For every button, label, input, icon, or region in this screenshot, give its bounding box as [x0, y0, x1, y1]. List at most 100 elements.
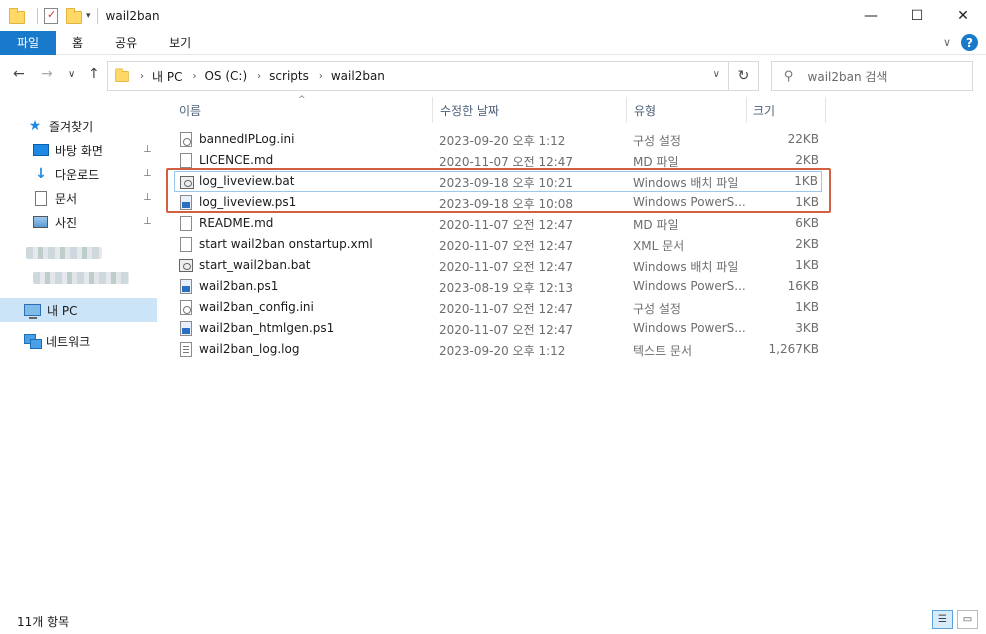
file-row[interactable]: wail2ban.ps1 2023-08-19 오후 12:13 Windows… [170, 276, 830, 297]
file-name: start wail2ban onstartup.xml [199, 237, 373, 251]
navigation-bar: ← → ∨ ↑ › 내 PC › OS (C:) › scripts › wail2ba… [0, 55, 986, 97]
column-header-type[interactable]: 유형 [634, 97, 656, 123]
file-row[interactable]: start_wail2ban.bat 2020-11-07 오전 12:47 W… [170, 255, 830, 276]
file-date: 2020-11-07 오전 12:47 [439, 260, 574, 274]
file-row[interactable]: log_liveview.ps1 2023-09-18 오후 10:08 Win… [170, 192, 830, 213]
forward-button[interactable]: → [41, 66, 53, 82]
tab-view[interactable]: 보기 [153, 31, 207, 55]
recent-locations-dropdown[interactable]: ∨ [68, 69, 75, 80]
file-name: README.md [199, 216, 274, 230]
column-header-size[interactable]: 크기 [753, 97, 775, 123]
details-view-button[interactable]: ☰ [932, 610, 953, 629]
breadcrumb-drive[interactable]: OS (C:) [204, 69, 247, 83]
file-row[interactable]: LICENCE.md 2020-11-07 오전 12:47 MD 파일 2KB [170, 150, 830, 171]
divider [37, 7, 38, 24]
config-file-icon [180, 132, 192, 147]
back-button[interactable]: ← [13, 66, 25, 82]
expand-ribbon-button[interactable]: ∨ [943, 36, 951, 49]
file-icon [180, 216, 192, 231]
chevron-right-icon[interactable]: › [192, 71, 196, 82]
address-history-dropdown[interactable]: ∨ [713, 69, 720, 80]
pin-icon[interactable]: ⊥ [143, 192, 152, 203]
file-name: wail2ban_htmlgen.ps1 [199, 321, 335, 335]
file-icon [180, 237, 192, 252]
computer-icon [24, 304, 41, 319]
sidebar-item-label: 네트워크 [46, 334, 91, 349]
file-type: 텍스트 문서 [633, 344, 693, 358]
file-row[interactable]: wail2ban_htmlgen.ps1 2020-11-07 오전 12:47… [170, 318, 830, 339]
text-file-icon [180, 342, 192, 357]
redacted-item[interactable] [33, 272, 129, 284]
sidebar-item-pictures[interactable]: 사진 [33, 211, 77, 233]
sidebar-item-label: 문서 [55, 191, 78, 206]
pin-icon[interactable]: ⊥ [143, 168, 152, 179]
file-type: MD 파일 [633, 155, 679, 169]
tab-file[interactable]: 파일 [0, 30, 56, 55]
file-size: 2KB [795, 237, 819, 251]
file-size: 2KB [795, 153, 819, 167]
file-type: MD 파일 [633, 218, 679, 232]
view-switcher: ☰ ▭ [932, 610, 978, 629]
tab-share[interactable]: 공유 [99, 31, 153, 55]
maximize-button[interactable]: ☐ [894, 0, 940, 31]
file-date: 2023-09-20 오후 1:12 [439, 134, 566, 148]
pin-icon[interactable]: ⊥ [143, 216, 152, 227]
documents-icon [35, 190, 47, 206]
sidebar-item-downloads[interactable]: ↓ 다운로드 [33, 163, 99, 185]
folder-icon[interactable] [9, 7, 25, 24]
sidebar-item-documents[interactable]: 문서 [33, 187, 77, 209]
column-header-name[interactable]: 이름 [179, 97, 201, 123]
sidebar-item-label: 다운로드 [55, 167, 100, 182]
file-type: Windows PowerS... [633, 321, 746, 335]
new-folder-icon[interactable] [66, 7, 82, 24]
file-row[interactable]: README.md 2020-11-07 오전 12:47 MD 파일 6KB [170, 213, 830, 234]
up-button[interactable]: ↑ [88, 66, 100, 82]
column-divider[interactable] [746, 97, 747, 123]
sidebar-item-desktop[interactable]: 바탕 화면 [33, 139, 103, 161]
file-row[interactable]: bannedIPLog.ini 2023-09-20 오후 1:12 구성 설정… [170, 129, 830, 150]
chevron-right-icon[interactable]: › [257, 71, 261, 82]
file-size: 1KB [795, 258, 819, 272]
address-bar[interactable]: › 내 PC › OS (C:) › scripts › wail2ban ∨ [107, 61, 729, 91]
search-input[interactable]: ⚲ wail2ban 검색 [771, 61, 973, 91]
file-type: Windows 배치 파일 [633, 260, 739, 274]
sidebar-item-this-pc[interactable]: 내 PC [24, 299, 77, 321]
breadcrumb-this-pc[interactable]: 내 PC [152, 68, 182, 85]
column-divider[interactable] [432, 97, 433, 123]
file-row[interactable]: start wail2ban onstartup.xml 2020-11-07 … [170, 234, 830, 255]
refresh-button[interactable]: ↻ [729, 61, 759, 91]
search-placeholder: wail2ban 검색 [807, 69, 888, 84]
column-divider[interactable] [626, 97, 627, 123]
help-icon[interactable]: ? [961, 34, 978, 51]
large-icons-view-button[interactable]: ▭ [957, 610, 978, 629]
file-row[interactable]: wail2ban_config.ini 2020-11-07 오전 12:47 … [170, 297, 830, 318]
pin-icon[interactable]: ⊥ [143, 144, 152, 155]
file-row[interactable]: log_liveview.bat 2023-09-18 오후 10:21 Win… [174, 171, 822, 192]
tab-home[interactable]: 홈 [56, 31, 99, 55]
file-row[interactable]: wail2ban_log.log 2023-09-20 오후 1:12 텍스트 … [170, 339, 830, 360]
column-divider[interactable] [825, 97, 826, 123]
minimize-button[interactable]: — [848, 0, 894, 31]
file-type: 구성 설정 [633, 134, 681, 148]
sidebar-item-network[interactable]: 네트워크 [24, 330, 90, 352]
close-button[interactable]: ✕ [940, 0, 986, 31]
sidebar-item-label: 바탕 화면 [55, 143, 103, 158]
redacted-item[interactable] [26, 247, 102, 259]
sidebar-item-quick-access[interactable]: ★ 즐겨찾기 [27, 115, 93, 137]
properties-icon[interactable] [44, 7, 60, 24]
file-name: wail2ban.ps1 [199, 279, 279, 293]
breadcrumb-scripts[interactable]: scripts [269, 69, 309, 83]
file-date: 2023-09-18 오후 10:21 [439, 176, 574, 190]
divider [96, 7, 98, 24]
file-size: 1KB [795, 300, 819, 314]
breadcrumb-wail2ban[interactable]: wail2ban [331, 69, 385, 83]
chevron-right-icon[interactable]: › [140, 71, 144, 82]
file-date: 2023-08-19 오후 12:13 [439, 281, 574, 295]
sidebar-item-label: 즐겨찾기 [49, 119, 94, 134]
customize-toolbar-dropdown[interactable]: ▾ [86, 11, 91, 21]
chevron-right-icon[interactable]: › [319, 71, 323, 82]
file-type: Windows 배치 파일 [633, 176, 739, 190]
sidebar-item-label: 사진 [55, 215, 78, 230]
file-type: XML 문서 [633, 239, 685, 253]
column-header-date[interactable]: 수정한 날짜 [440, 97, 499, 123]
